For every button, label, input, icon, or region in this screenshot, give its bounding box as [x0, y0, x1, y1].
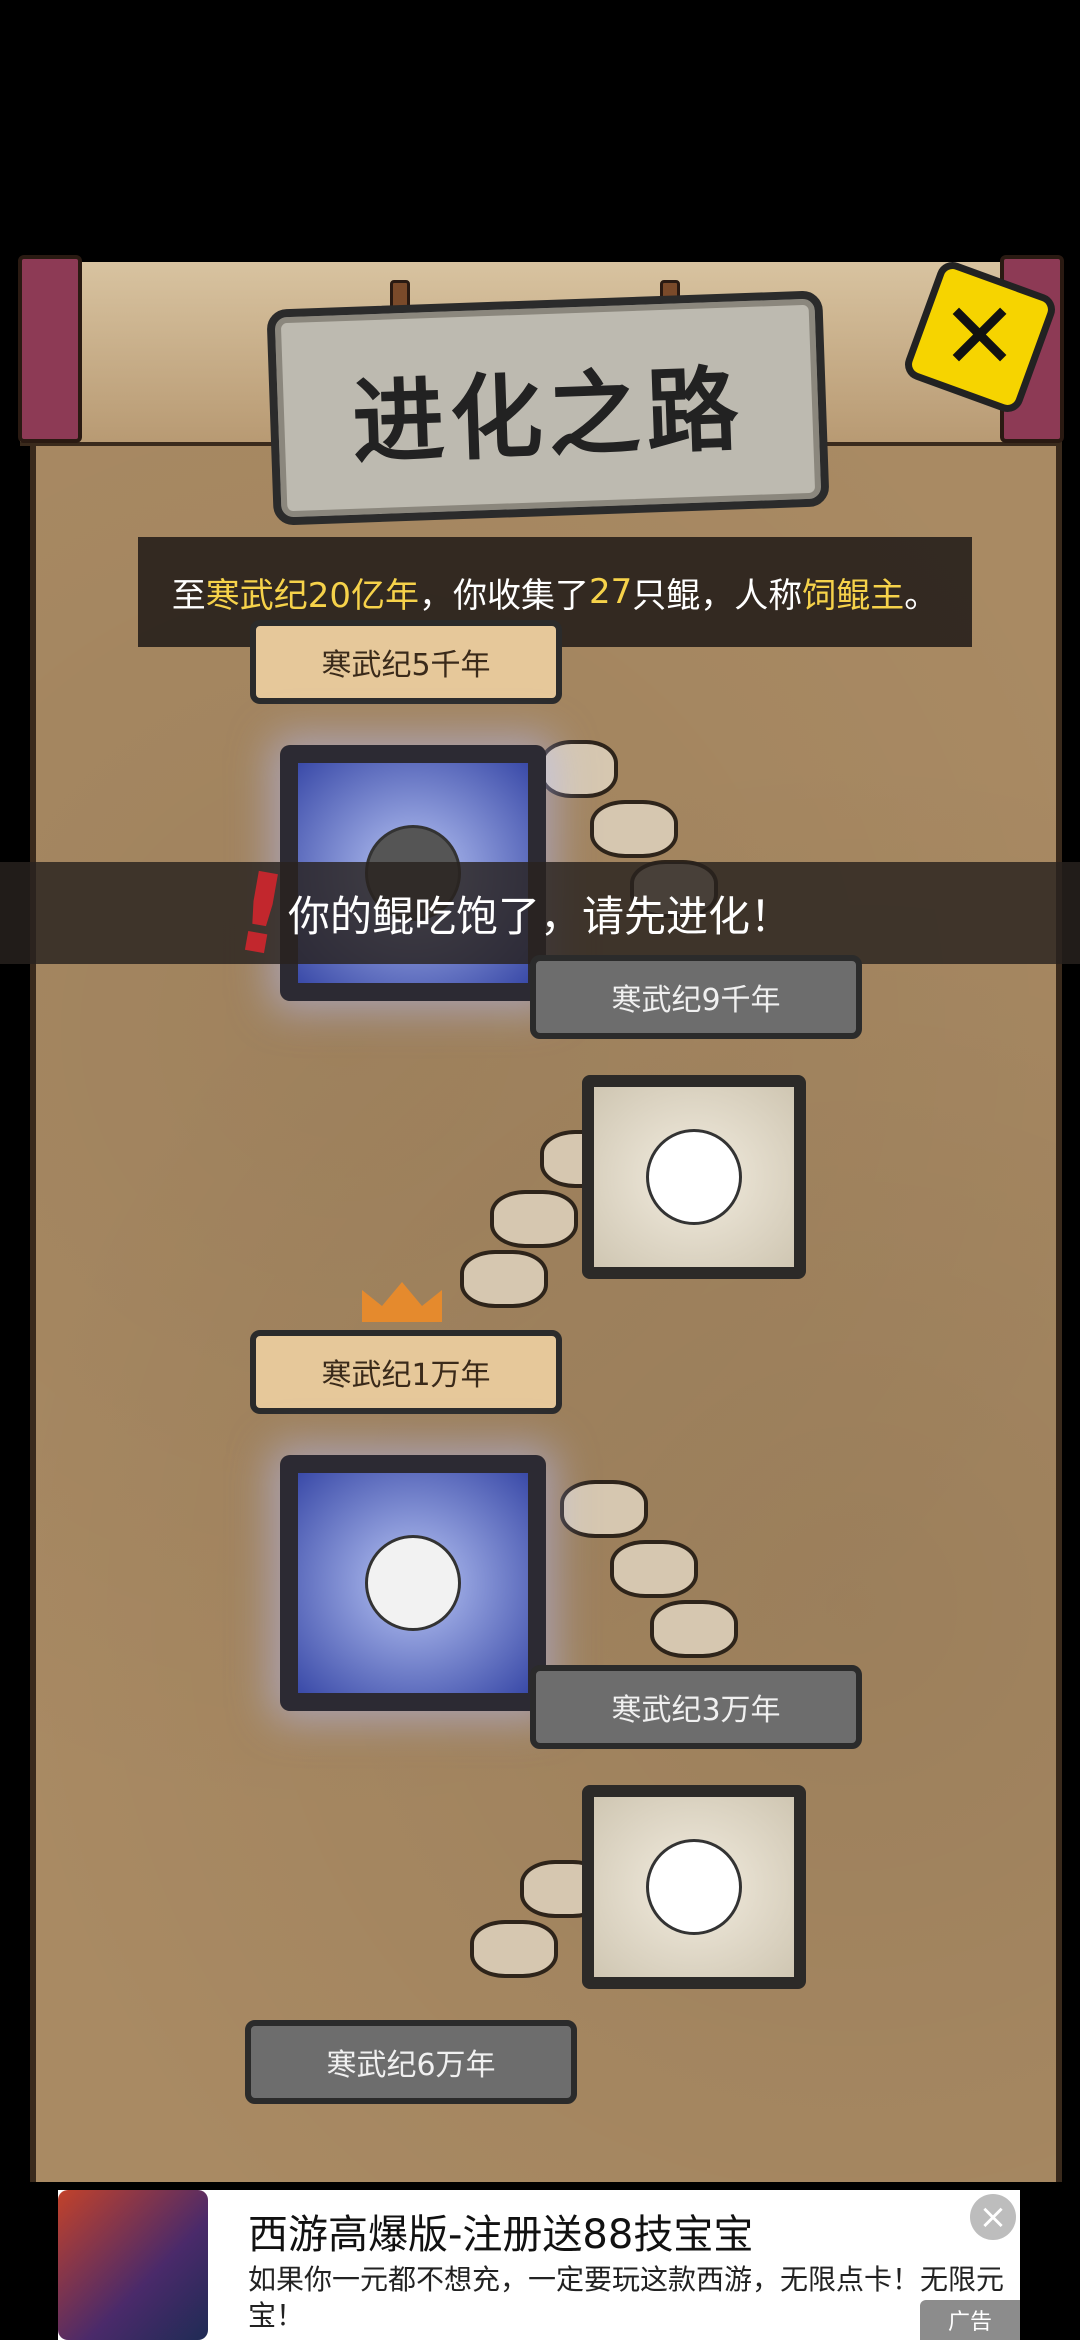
spine-bone: [540, 740, 618, 798]
spine-bone: [490, 1190, 578, 1248]
stage-label-text: 寒武纪3万年: [611, 1693, 781, 1728]
ad-description: 如果你一元都不想充，一定要玩这款西游，无限点卡！无限元宝！: [248, 2263, 1005, 2332]
banner-text: ，你收集了: [419, 575, 589, 616]
stage-label-text: 寒武纪9千年: [611, 983, 781, 1018]
spine-bone: [610, 1540, 698, 1598]
stage-label-text: 寒武纪6万年: [326, 2048, 496, 2083]
ad-banner[interactable]: 西游高爆版-注册送88技宝宝 如果你一元都不想充，一定要玩这款西游，无限点卡！无…: [58, 2190, 1020, 2340]
stage-label: 寒武纪6万年: [245, 2020, 577, 2104]
ad-close-button[interactable]: ×: [970, 2194, 1016, 2240]
toast-text: 你的鲲吃饱了，请先进化！: [287, 891, 792, 941]
spine-bone: [460, 1250, 548, 1308]
banner-count: 27: [589, 572, 633, 612]
spine-bone: [560, 1480, 648, 1538]
ad-label: 广告: [947, 2310, 992, 2335]
creature-icon: [646, 1839, 742, 1935]
ad-label-badge: 广告: [920, 2300, 1020, 2340]
stage-label: 寒武纪9千年: [530, 955, 862, 1039]
game-app-icon[interactable]: [58, 2190, 208, 2340]
page-title: 进化之路: [350, 355, 747, 477]
scroll-rod-left: [18, 255, 82, 443]
banner-era: 寒武纪20亿年: [205, 575, 419, 616]
close-icon: ×: [978, 2197, 1008, 2237]
banner-nickname: 饲鲲主: [802, 575, 905, 616]
stage-card-current[interactable]: [280, 1455, 546, 1711]
stage-label-text: 寒武纪5千年: [321, 648, 491, 683]
title-sign: 进化之路: [266, 290, 830, 526]
creature-icon: [646, 1129, 742, 1225]
banner-text: 至: [171, 575, 206, 616]
toast-message: 你的鲲吃饱了，请先进化！: [0, 862, 1080, 964]
spine-bone: [470, 1920, 558, 1978]
banner-text: 只鲲，人称: [632, 575, 803, 616]
stage-label-text: 寒武纪1万年: [321, 1358, 491, 1393]
spine-bone: [590, 800, 678, 858]
stage-label: 寒武纪5千年: [250, 620, 562, 704]
stage-card-locked[interactable]: [582, 1075, 806, 1279]
close-x-icon: ✕: [941, 283, 1019, 390]
spine-bone: [650, 1600, 738, 1658]
creature-icon: [365, 1535, 461, 1631]
stage-label: 寒武纪1万年: [250, 1330, 562, 1414]
stage-card-locked[interactable]: [582, 1785, 806, 1989]
ad-title[interactable]: 西游高爆版-注册送88技宝宝: [248, 2202, 753, 2260]
stage-label: 寒武纪3万年: [530, 1665, 862, 1749]
banner-text: 。: [904, 575, 939, 616]
